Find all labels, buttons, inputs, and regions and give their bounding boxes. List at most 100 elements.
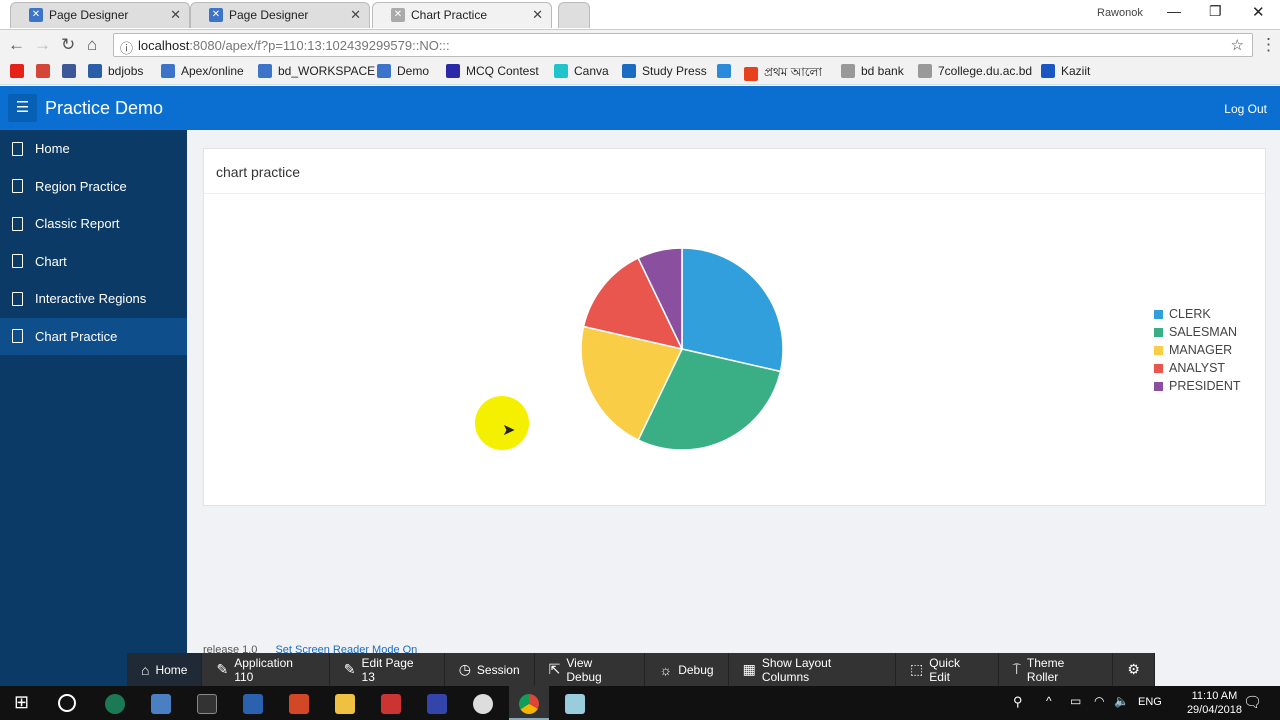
app-icon[interactable] [105, 694, 125, 714]
bookmark-item[interactable]: MCQ Contest [446, 64, 539, 78]
quick-edit-button[interactable]: ⬚ Quick Edit [896, 653, 999, 686]
toolbar-label: Debug [678, 662, 714, 677]
bookmark-item[interactable] [62, 64, 76, 78]
bookmark-item[interactable]: bd_WORKSPACE [258, 64, 375, 78]
hamburger-menu-icon[interactable]: ☰ [8, 94, 37, 122]
volume-icon[interactable]: 🔈 [1114, 694, 1129, 708]
language-indicator[interactable]: ENG [1138, 696, 1162, 708]
session-button[interactable]: ◷ Session [445, 653, 535, 686]
tab-page-designer-2[interactable]: ✕ Page Designer ✕ [190, 2, 370, 28]
edit-page-13-button[interactable]: ✎ Edit Page 13 [330, 653, 445, 686]
legend-label: ANALYST [1169, 361, 1226, 375]
tray-chevron-icon[interactable]: ^ [1046, 694, 1052, 708]
show-layout-columns-button[interactable]: ▦ Show Layout Columns [729, 653, 897, 686]
bookmark-item[interactable]: 7college.du.ac.bd [918, 64, 1032, 78]
settings-button[interactable]: ⚙ [1113, 653, 1155, 686]
view-debug-button[interactable]: ⇱ View Debug [535, 653, 646, 686]
legend-label: CLERK [1169, 307, 1211, 321]
sidebar-item-classic-report[interactable]: Classic Report [0, 205, 187, 243]
file-explorer-icon[interactable] [335, 694, 355, 714]
sidebar-item-region-practice[interactable]: Region Practice [0, 168, 187, 206]
sidebar-item-interactive-regions[interactable]: Interactive Regions [0, 280, 187, 318]
apex-icon: ✕ [391, 8, 405, 22]
legend-item[interactable]: ANALYST [1154, 361, 1225, 375]
address-bar-row: ← → ↻ ⌂ ⓘ localhost:8080/apex/f?p=110:13:… [0, 29, 1280, 60]
k-icon [1041, 64, 1055, 78]
sidebar-item-chart-practice[interactable]: Chart Practice [0, 317, 187, 355]
battery-icon[interactable]: ▭ [1070, 694, 1081, 708]
minimize-icon[interactable]: — [1167, 3, 1181, 19]
bookmark-item[interactable]: Canva [554, 64, 609, 78]
bookmark-item[interactable]: Apex/online [161, 64, 244, 78]
back-icon[interactable]: ← [8, 35, 25, 55]
home-button[interactable]: ⌂ Home [127, 653, 203, 686]
bookmark-item[interactable]: Study Press [622, 64, 707, 78]
url-input[interactable]: ⓘ localhost:8080/apex/f?p=110:13:10243929… [113, 33, 1253, 57]
sidebar-item-home[interactable]: Home [0, 130, 187, 168]
restore-icon[interactable]: ❐ [1209, 3, 1222, 20]
bookmark-label: Canva [574, 64, 609, 78]
legend-swatch [1154, 381, 1163, 391]
debug-button[interactable]: ☼ Debug [645, 653, 729, 686]
check-icon [446, 64, 460, 78]
bookmark-item[interactable]: Demo [377, 64, 429, 78]
close-window-icon[interactable]: ✕ [1252, 3, 1265, 21]
theme-roller-button[interactable]: ⍑ Theme Roller [999, 653, 1114, 686]
chrome-taskbar-button[interactable] [509, 686, 549, 720]
windows-start-icon[interactable]: ⊞ [14, 692, 29, 713]
url-path: :8080/apex/f?p=110:13:102439299579::NO::… [189, 38, 450, 53]
legend-item[interactable]: PRESIDENT [1154, 379, 1241, 393]
sidebar-item-chart[interactable]: Chart [0, 243, 187, 281]
people-icon[interactable]: ⚲ [1013, 694, 1023, 710]
app-icon[interactable] [381, 694, 401, 714]
new-tab-button[interactable] [558, 2, 590, 28]
forward-icon[interactable]: → [34, 35, 51, 55]
legend-item[interactable]: MANAGER [1154, 343, 1232, 357]
clock[interactable]: 11:10 AM 29/04/2018 [1187, 689, 1242, 717]
url-host: localhost [138, 38, 190, 53]
bookmark-item[interactable]: bdjobs [88, 64, 143, 78]
reload-icon[interactable]: ↻ [61, 35, 75, 55]
bookmark-item[interactable]: Kaziit [1041, 64, 1090, 78]
bookmark-label: bd bank [861, 64, 904, 78]
close-icon[interactable]: ✕ [170, 7, 181, 23]
tab-page-designer-1[interactable]: ✕ Page Designer ✕ [10, 2, 190, 28]
logout-link[interactable]: Log Out [1224, 102, 1267, 116]
bookmark-item[interactable]: প্রথম আলো [744, 64, 822, 84]
page-icon [12, 254, 23, 269]
apex-icon: ✕ [209, 8, 223, 22]
browser-tab-strip: ✕ Page Designer ✕ ✕ Page Designer ✕ ✕ Chart P… [0, 0, 1280, 29]
facebook-icon [62, 64, 76, 78]
bookmark-item[interactable]: bd bank [841, 64, 904, 78]
bookmark-item[interactable] [36, 64, 50, 78]
toolbar-label: Application 110 [234, 655, 293, 684]
bookmark-label: 7college.du.ac.bd [938, 64, 1033, 78]
powerpoint-icon[interactable] [289, 694, 309, 714]
bookmark-label: bdjobs [108, 64, 144, 78]
notifications-icon[interactable]: 🗨 [1243, 693, 1262, 711]
app-icon[interactable] [243, 694, 263, 714]
legend-item[interactable]: SALESMAN [1154, 325, 1237, 339]
menu-icon[interactable]: ⋮ [1260, 35, 1277, 55]
app-icon[interactable] [565, 694, 585, 714]
application-110-button[interactable]: ✎ Application 110 [202, 653, 330, 686]
app-icon[interactable] [151, 694, 171, 714]
bookmark-item[interactable] [717, 64, 731, 78]
close-icon[interactable]: ✕ [350, 7, 361, 23]
cmd-icon[interactable] [197, 694, 217, 714]
close-icon[interactable]: ✕ [532, 7, 543, 23]
bookmark-item[interactable] [10, 64, 24, 78]
bookmark-label: Demo [397, 64, 430, 78]
star-icon[interactable]: ☆ [1231, 36, 1244, 54]
app-icon[interactable] [473, 694, 493, 714]
home-icon[interactable]: ⌂ [87, 35, 97, 55]
cortana-icon[interactable] [58, 694, 76, 712]
app-title[interactable]: Practice Demo [45, 98, 163, 119]
app-icon[interactable] [427, 694, 447, 714]
tab-chart-practice[interactable]: ✕ Chart Practice ✕ [372, 2, 552, 28]
wifi-icon[interactable]: ◠ [1094, 694, 1104, 708]
legend-item[interactable]: CLERK [1154, 307, 1211, 321]
profile-name[interactable]: Rawonok [1097, 7, 1143, 19]
tab-label: Chart Practice [411, 8, 488, 22]
sidebar: Home Region Practice Classic Report Chart In… [0, 130, 187, 686]
